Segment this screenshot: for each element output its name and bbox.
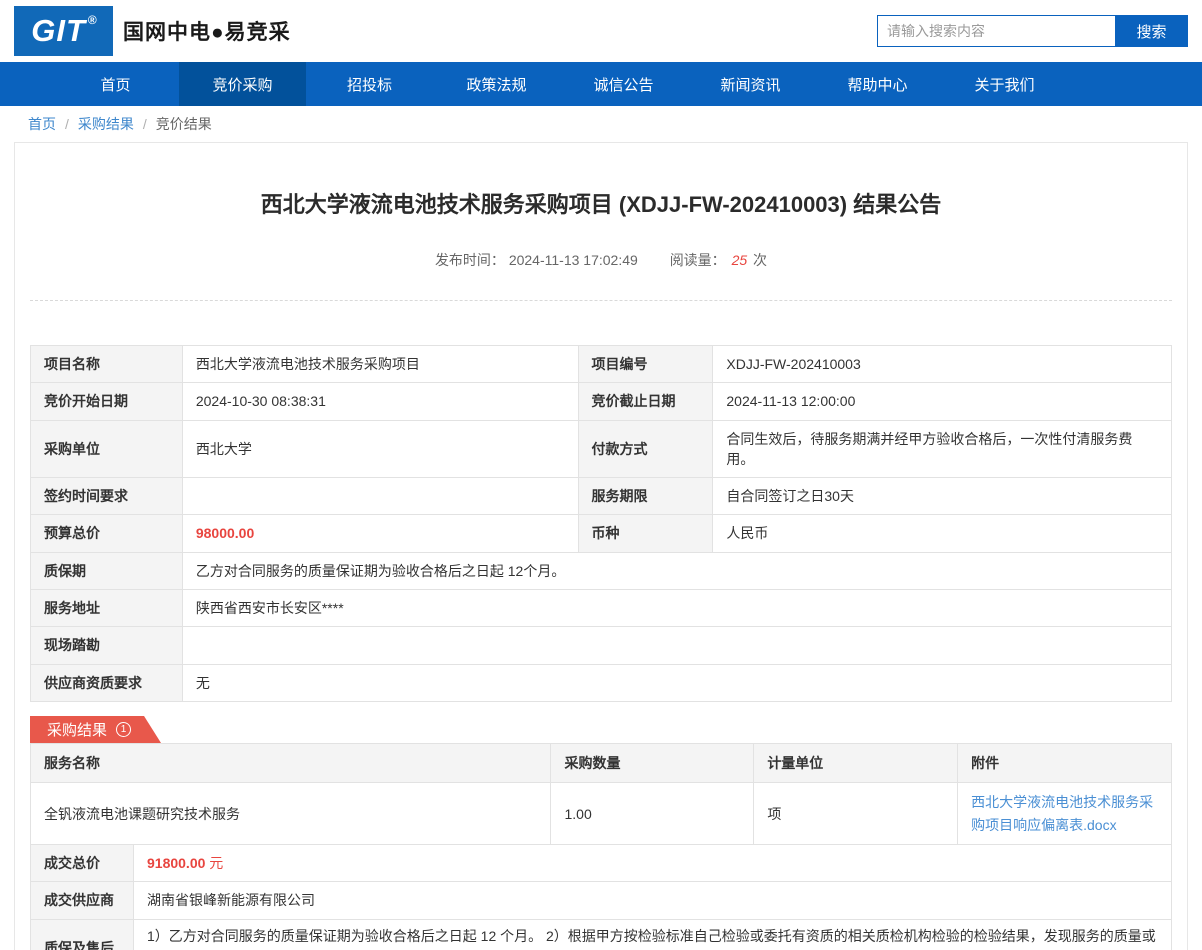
dashed-divider — [30, 300, 1172, 301]
info-label: 供应商资质要求 — [31, 664, 183, 701]
publish-time-value: 2024-11-13 17:02:49 — [509, 252, 638, 268]
search-bar: 搜索 — [877, 15, 1188, 47]
views-count: 25 — [732, 252, 748, 268]
column-header-attachment: 附件 — [958, 743, 1172, 782]
main-nav: 首页 竞价采购 招投标 政策法规 诚信公告 新闻资讯 帮助中心 关于我们 — [0, 62, 1202, 106]
info-label: 服务地址 — [31, 590, 183, 627]
supplier-label: 成交供应商 — [31, 882, 134, 919]
page-title: 西北大学液流电池技术服务采购项目 (XDJJ-FW-202410003) 结果公… — [30, 187, 1172, 219]
supplier-value: 湖南省银峰新能源有限公司 — [134, 882, 1172, 919]
info-value: 2024-10-30 08:38:31 — [182, 383, 578, 420]
search-input[interactable] — [877, 15, 1115, 47]
nav-item-integrity[interactable]: 诚信公告 — [560, 62, 687, 106]
table-row: 现场踏勘 — [31, 627, 1172, 664]
info-label: 币种 — [578, 515, 713, 552]
column-header-quantity: 采购数量 — [551, 743, 754, 782]
info-label: 付款方式 — [578, 420, 713, 478]
nav-item-policy[interactable]: 政策法规 — [433, 62, 560, 106]
breadcrumb-separator: / — [143, 116, 147, 132]
logo-text: GIT — [31, 13, 86, 49]
column-header-service-name: 服务名称 — [31, 743, 551, 782]
views-unit: 次 — [753, 252, 767, 268]
table-row: 供应商资质要求 无 — [31, 664, 1172, 701]
info-label: 现场踏勘 — [31, 627, 183, 664]
info-label: 竞价开始日期 — [31, 383, 183, 420]
info-value: 西北大学液流电池技术服务采购项目 — [182, 346, 578, 383]
views-label: 阅读量： — [670, 252, 726, 268]
info-value: 合同生效后，待服务期满并经甲方验收合格后，一次性付清服务费用。 — [713, 420, 1172, 478]
nav-item-tender[interactable]: 招投标 — [306, 62, 433, 106]
nav-item-help[interactable]: 帮助中心 — [814, 62, 941, 106]
project-info-table: 项目名称 西北大学液流电池技术服务采购项目 项目编号 XDJJ-FW-20241… — [30, 345, 1172, 702]
info-value — [182, 627, 1171, 664]
info-label: 采购单位 — [31, 420, 183, 478]
warranty-value: 1）乙方对合同服务的质量保证期为验收合格后之日起 12 个月。 2）根据甲方按检… — [134, 919, 1172, 950]
info-label: 质保期 — [31, 552, 183, 589]
attachment-cell: 西北大学液流电池技术服务采购项目响应偏离表.docx — [958, 783, 1172, 845]
announcement-meta: 发布时间： 2024-11-13 17:02:49 阅读量： 25 次 — [30, 250, 1172, 270]
table-row: 质保及售后服务 1）乙方对合同服务的质量保证期为验收合格后之日起 12 个月。 … — [31, 919, 1172, 950]
purchase-result-table: 服务名称 采购数量 计量单位 附件 全钒液流电池课题研究技术服务 1.00 项 … — [30, 743, 1172, 845]
badge-number-icon: 1 — [116, 722, 131, 737]
purchase-result-badge-label: 采购结果 — [47, 719, 107, 740]
deal-total-label: 成交总价 — [31, 845, 134, 882]
deal-summary-table: 成交总价 91800.00 元 成交供应商 湖南省银峰新能源有限公司 质保及售后… — [30, 844, 1172, 950]
deal-total-value: 91800.00 — [147, 855, 205, 871]
table-row: 项目名称 西北大学液流电池技术服务采购项目 项目编号 XDJJ-FW-20241… — [31, 346, 1172, 383]
search-button[interactable]: 搜索 — [1115, 15, 1188, 47]
service-name-cell: 全钒液流电池课题研究技术服务 — [31, 783, 551, 845]
table-row: 竞价开始日期 2024-10-30 08:38:31 竞价截止日期 2024-1… — [31, 383, 1172, 420]
info-label: 服务期限 — [578, 478, 713, 515]
nav-item-home[interactable]: 首页 — [52, 62, 179, 106]
info-value: 2024-11-13 12:00:00 — [713, 383, 1172, 420]
top-bar: GIT® 国网中电●易竞采 搜索 — [0, 0, 1202, 62]
announcement-card: 西北大学液流电池技术服务采购项目 (XDJJ-FW-202410003) 结果公… — [14, 142, 1188, 950]
site-title: 国网中电●易竞采 — [123, 16, 291, 46]
attachment-link[interactable]: 西北大学液流电池技术服务采购项目响应偏离表.docx — [971, 791, 1158, 836]
unit-cell: 项 — [754, 783, 958, 845]
warranty-label: 质保及售后服务 — [31, 919, 134, 950]
column-header-unit: 计量单位 — [754, 743, 958, 782]
table-row: 成交总价 91800.00 元 — [31, 845, 1172, 882]
info-value: XDJJ-FW-202410003 — [713, 346, 1172, 383]
table-header-row: 服务名称 采购数量 计量单位 附件 — [31, 743, 1172, 782]
breadcrumb-home[interactable]: 首页 — [28, 114, 56, 134]
info-label: 项目名称 — [31, 346, 183, 383]
quantity-cell: 1.00 — [551, 783, 754, 845]
table-row: 成交供应商 湖南省银峰新能源有限公司 — [31, 882, 1172, 919]
info-label: 竞价截止日期 — [578, 383, 713, 420]
info-value: 西北大学 — [182, 420, 578, 478]
info-value: 人民币 — [713, 515, 1172, 552]
info-value: 陕西省西安市长安区**** — [182, 590, 1171, 627]
info-value — [182, 478, 578, 515]
registered-mark-icon: ® — [88, 13, 98, 27]
info-label: 签约时间要求 — [31, 478, 183, 515]
site-logo[interactable]: GIT® — [14, 6, 113, 56]
breadcrumb-purchase-results[interactable]: 采购结果 — [78, 114, 134, 134]
table-row: 质保期 乙方对合同服务的质量保证期为验收合格后之日起 12个月。 — [31, 552, 1172, 589]
breadcrumb: 首页 / 采购结果 / 竞价结果 — [0, 106, 1202, 142]
info-value: 无 — [182, 664, 1171, 701]
nav-item-news[interactable]: 新闻资讯 — [687, 62, 814, 106]
nav-item-bidding-purchase[interactable]: 竞价采购 — [179, 62, 306, 106]
info-label: 项目编号 — [578, 346, 713, 383]
table-row: 全钒液流电池课题研究技术服务 1.00 项 西北大学液流电池技术服务采购项目响应… — [31, 783, 1172, 845]
table-row: 服务地址 陕西省西安市长安区**** — [31, 590, 1172, 627]
purchase-result-badge: 采购结果 1 — [30, 716, 161, 743]
info-label: 预算总价 — [31, 515, 183, 552]
table-row: 采购单位 西北大学 付款方式 合同生效后，待服务期满并经甲方验收合格后，一次性付… — [31, 420, 1172, 478]
table-row: 预算总价 98000.00 币种 人民币 — [31, 515, 1172, 552]
deal-total-unit: 元 — [209, 855, 223, 871]
breadcrumb-current: 竞价结果 — [156, 114, 212, 134]
info-value: 乙方对合同服务的质量保证期为验收合格后之日起 12个月。 — [182, 552, 1171, 589]
budget-total-value: 98000.00 — [182, 515, 578, 552]
publish-time-label: 发布时间： — [435, 252, 505, 268]
nav-item-about[interactable]: 关于我们 — [941, 62, 1068, 106]
breadcrumb-separator: / — [65, 116, 69, 132]
info-value: 自合同签订之日30天 — [713, 478, 1172, 515]
table-row: 签约时间要求 服务期限 自合同签订之日30天 — [31, 478, 1172, 515]
